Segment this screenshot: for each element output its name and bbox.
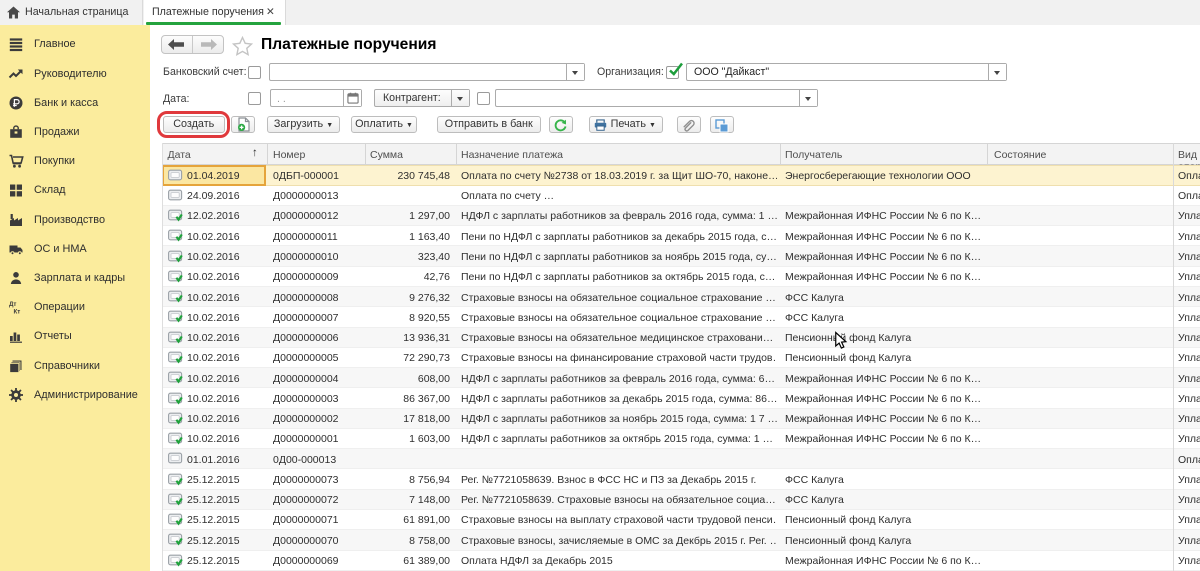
- svg-text:Дт: Дт: [9, 301, 16, 308]
- svg-text:Кт: Кт: [14, 309, 21, 316]
